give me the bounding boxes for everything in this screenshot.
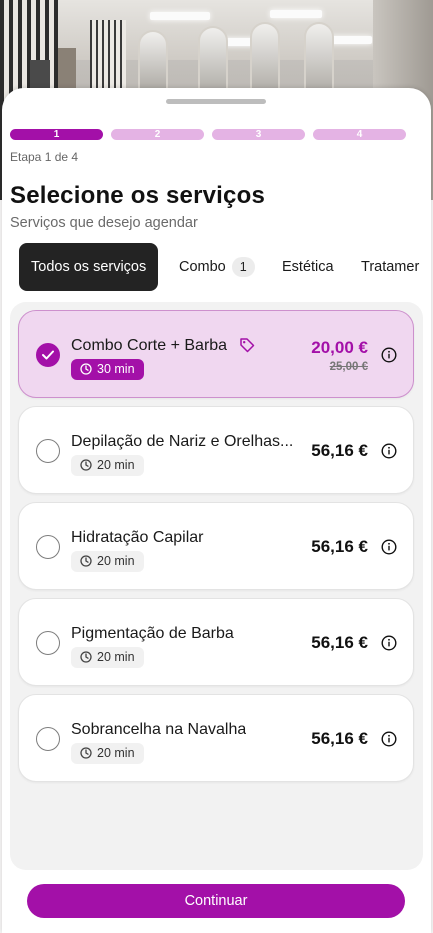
count-badge: 1 — [231, 257, 255, 278]
step-4: 4 — [313, 129, 406, 140]
category-tabs: Todos os serviços Combo 1 Estética Tratam… — [2, 243, 431, 291]
tab-combo[interactable]: Combo 1 — [179, 243, 255, 291]
info-icon[interactable] — [381, 347, 397, 363]
price: 56,16 € — [311, 633, 368, 652]
step-3: 3 — [212, 129, 305, 140]
page-subtitle: Serviços que desejo agendar — [10, 215, 198, 231]
old-price: 25,00 € — [329, 361, 368, 373]
duration-text: 20 min — [97, 554, 135, 568]
clock-icon — [80, 363, 92, 375]
tab-tratamentos[interactable]: Tratamer — [361, 243, 419, 291]
service-card[interactable]: Sobrancelha na Navalha 20 min 56,16 € — [18, 694, 414, 782]
tab-label: Tratamer — [361, 259, 420, 275]
service-name: Hidratação Capilar — [71, 529, 204, 546]
duration-badge: 20 min — [71, 551, 144, 572]
selection-radio[interactable] — [36, 631, 60, 655]
booking-sheet: 1 2 3 4 Etapa 1 de 4 Selecione os serviç… — [2, 88, 431, 933]
duration-badge: 20 min — [71, 455, 144, 476]
price: 56,16 € — [311, 537, 368, 556]
service-name: Combo Corte + Barba — [71, 337, 228, 354]
info-icon[interactable] — [381, 443, 397, 459]
tab-label: Combo — [179, 259, 226, 275]
duration-text: 20 min — [97, 650, 135, 664]
service-card[interactable]: Depilação de Nariz e Orelhas... 20 min 5… — [18, 406, 414, 494]
tab-label: Todos os serviços — [31, 259, 147, 275]
service-card[interactable]: Pigmentação de Barba 20 min 56,16 € — [18, 598, 414, 686]
drag-handle[interactable] — [166, 99, 266, 104]
price: 56,16 € — [311, 729, 368, 748]
service-name: Depilação de Nariz e Orelhas... — [71, 433, 294, 450]
duration-text: 30 min — [97, 362, 135, 376]
selection-radio[interactable] — [36, 343, 60, 367]
clock-icon — [80, 747, 92, 759]
duration-text: 20 min — [97, 458, 135, 472]
tag-icon — [240, 338, 255, 353]
duration-text: 20 min — [97, 746, 135, 760]
price: 56,16 € — [311, 441, 368, 460]
tab-estetica[interactable]: Estética — [282, 243, 334, 291]
ceiling-light — [270, 10, 322, 18]
selection-radio[interactable] — [36, 439, 60, 463]
clock-icon — [80, 459, 92, 471]
info-icon[interactable] — [381, 539, 397, 555]
info-icon[interactable] — [381, 731, 397, 747]
clock-icon — [80, 651, 92, 663]
service-card[interactable]: Hidratação Capilar 20 min 56,16 € — [18, 502, 414, 590]
clock-icon — [80, 555, 92, 567]
info-icon[interactable] — [381, 635, 397, 651]
checkmark-icon — [42, 350, 54, 360]
step-caption: Etapa 1 de 4 — [10, 150, 79, 164]
continue-button[interactable]: Continuar — [27, 884, 405, 918]
step-1: 1 — [10, 129, 103, 140]
service-name: Pigmentação de Barba — [71, 625, 234, 642]
tab-all-services[interactable]: Todos os serviços — [19, 243, 159, 291]
ceiling-light — [150, 12, 210, 20]
duration-badge: 20 min — [71, 647, 144, 668]
service-card[interactable]: Combo Corte + Barba 30 min 20,00 € 25,00… — [18, 310, 414, 398]
duration-badge: 30 min — [71, 359, 144, 380]
services-list: Combo Corte + Barba 30 min 20,00 € 25,00… — [10, 302, 423, 870]
page-title: Selecione os serviços — [10, 182, 266, 209]
selection-radio[interactable] — [36, 727, 60, 751]
step-2: 2 — [111, 129, 204, 140]
price: 20,00 € — [311, 338, 368, 357]
service-name: Sobrancelha na Navalha — [71, 721, 247, 738]
selection-radio[interactable] — [36, 535, 60, 559]
progress-stepper: 1 2 3 4 — [10, 129, 406, 140]
duration-badge: 20 min — [71, 743, 144, 764]
tab-label: Estética — [282, 259, 334, 275]
